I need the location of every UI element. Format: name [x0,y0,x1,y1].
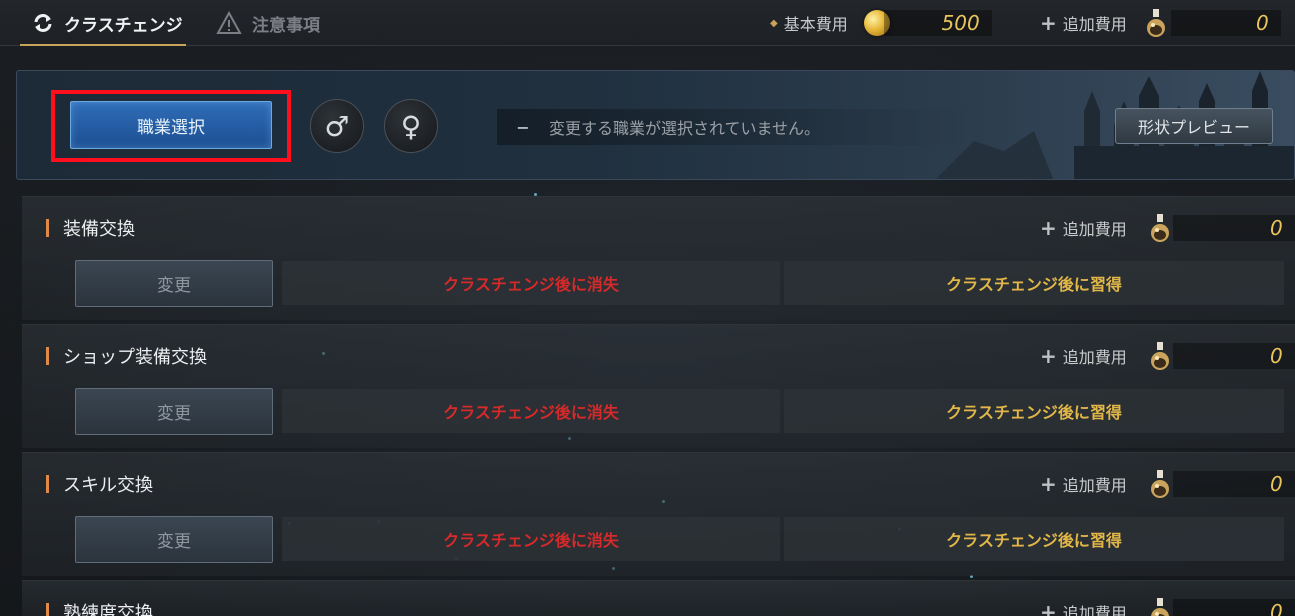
base-cost-label: 基本費用 [783,15,848,34]
extra-cost-value: 0 [1170,10,1281,36]
gained-after-change: クラスチェンジ後に習得 [784,389,1284,433]
extra-cost-value: 0 [1172,599,1295,616]
extra-cost-label: 追加費用 [1062,476,1127,495]
potion-icon [1149,469,1171,499]
extra-cost-label: 追加費用 [1062,15,1127,34]
extra-cost-label: 追加費用 [1062,604,1127,616]
job-select-panel: 職業選択 ♂ ♀ − 変更する職業が選択されていません。 形状プレビュー [16,70,1295,180]
section-extra-cost: + 追加費用 0 [1040,213,1295,243]
plus-icon: + [1040,11,1057,35]
tab-class-change-label: クラスチェンジ [64,15,183,36]
extra-cost-value: 0 [1172,343,1295,369]
male-button[interactable]: ♂ [310,99,364,153]
shape-preview-button[interactable]: 形状プレビュー [1115,108,1273,144]
plus-icon: + [1040,216,1057,240]
selected-job-status: − 変更する職業が選択されていません。 [497,109,977,145]
diamond-bullet-icon: ◆ [770,17,778,29]
change-button[interactable]: 変更 [75,260,273,307]
section-marker [46,219,49,237]
female-button[interactable]: ♀ [384,99,438,153]
plus-icon: + [1040,600,1057,616]
section-marker [46,603,49,616]
section-skill-exchange: スキル交換 + 追加費用 0 変更 クラスチェンジ後に消失 クラスチェンジ後に習… [22,452,1295,576]
gained-after-change: クラスチェンジ後に習得 [784,261,1284,305]
highlight-box [51,90,291,162]
base-cost: ◆ 基本費用 500 [770,8,992,38]
female-icon: ♀ [400,109,422,143]
change-button[interactable]: 変更 [75,516,273,563]
refresh-icon [34,14,52,32]
lost-after-change: クラスチェンジ後に消失 [282,389,780,433]
status-text: 変更する職業が選択されていません。 [549,119,821,138]
section-title: 装備交換 [46,215,135,241]
extra-cost: + 追加費用 0 [1040,8,1281,38]
tab-class-change[interactable]: クラスチェンジ [12,0,186,46]
tab-notes[interactable]: 注意事項 [216,0,320,46]
section-shop-equipment-exchange: ショップ装備交換 + 追加費用 0 変更 クラスチェンジ後に消失 クラスチェンジ… [22,324,1295,448]
section-title-text: ショップ装備交換 [63,347,207,368]
status-dash: − [516,117,530,137]
lost-after-change: クラスチェンジ後に消失 [282,517,780,561]
tab-notes-label: 注意事項 [252,15,320,36]
section-title-text: スキル交換 [63,475,153,496]
lost-after-change: クラスチェンジ後に消失 [282,261,780,305]
section-title-text: 装備交換 [63,219,135,240]
section-extra-cost: + 追加費用 0 [1040,469,1295,499]
male-icon: ♂ [324,109,350,143]
section-extra-cost: + 追加費用 0 [1040,597,1295,616]
gained-after-change: クラスチェンジ後に習得 [784,517,1284,561]
section-title: スキル交換 [46,471,153,497]
extra-cost-label: 追加費用 [1062,348,1127,367]
section-title: ショップ装備交換 [46,343,207,369]
plus-icon: + [1040,472,1057,496]
section-title-text: 熟練度交換 [63,603,153,616]
potion-icon [1149,213,1171,243]
section-extra-cost: + 追加費用 0 [1040,341,1295,371]
section-marker [46,475,49,493]
potion-icon [1145,8,1167,38]
section-marker [46,347,49,365]
potion-icon [1149,597,1171,616]
base-cost-value: 500 [883,10,992,36]
change-button[interactable]: 変更 [75,388,273,435]
warning-icon [216,11,242,34]
section-title: 熟練度交換 [46,599,153,616]
plus-icon: + [1040,344,1057,368]
section-equipment-exchange: 装備交換 + 追加費用 0 変更 クラスチェンジ後に消失 クラスチェンジ後に習得 [22,196,1295,320]
class-change-window: クラスチェンジ 注意事項 ◆ 基本費用 500 + 追加費用 0 職業選択 ♂ … [0,0,1295,616]
section-proficiency-exchange: 熟練度交換 + 追加費用 0 [22,580,1295,616]
extra-cost-value: 0 [1172,215,1295,241]
potion-icon [1149,341,1171,371]
top-bar: クラスチェンジ 注意事項 ◆ 基本費用 500 + 追加費用 0 [0,0,1295,46]
extra-cost-value: 0 [1172,471,1295,497]
extra-cost-label: 追加費用 [1062,220,1127,239]
